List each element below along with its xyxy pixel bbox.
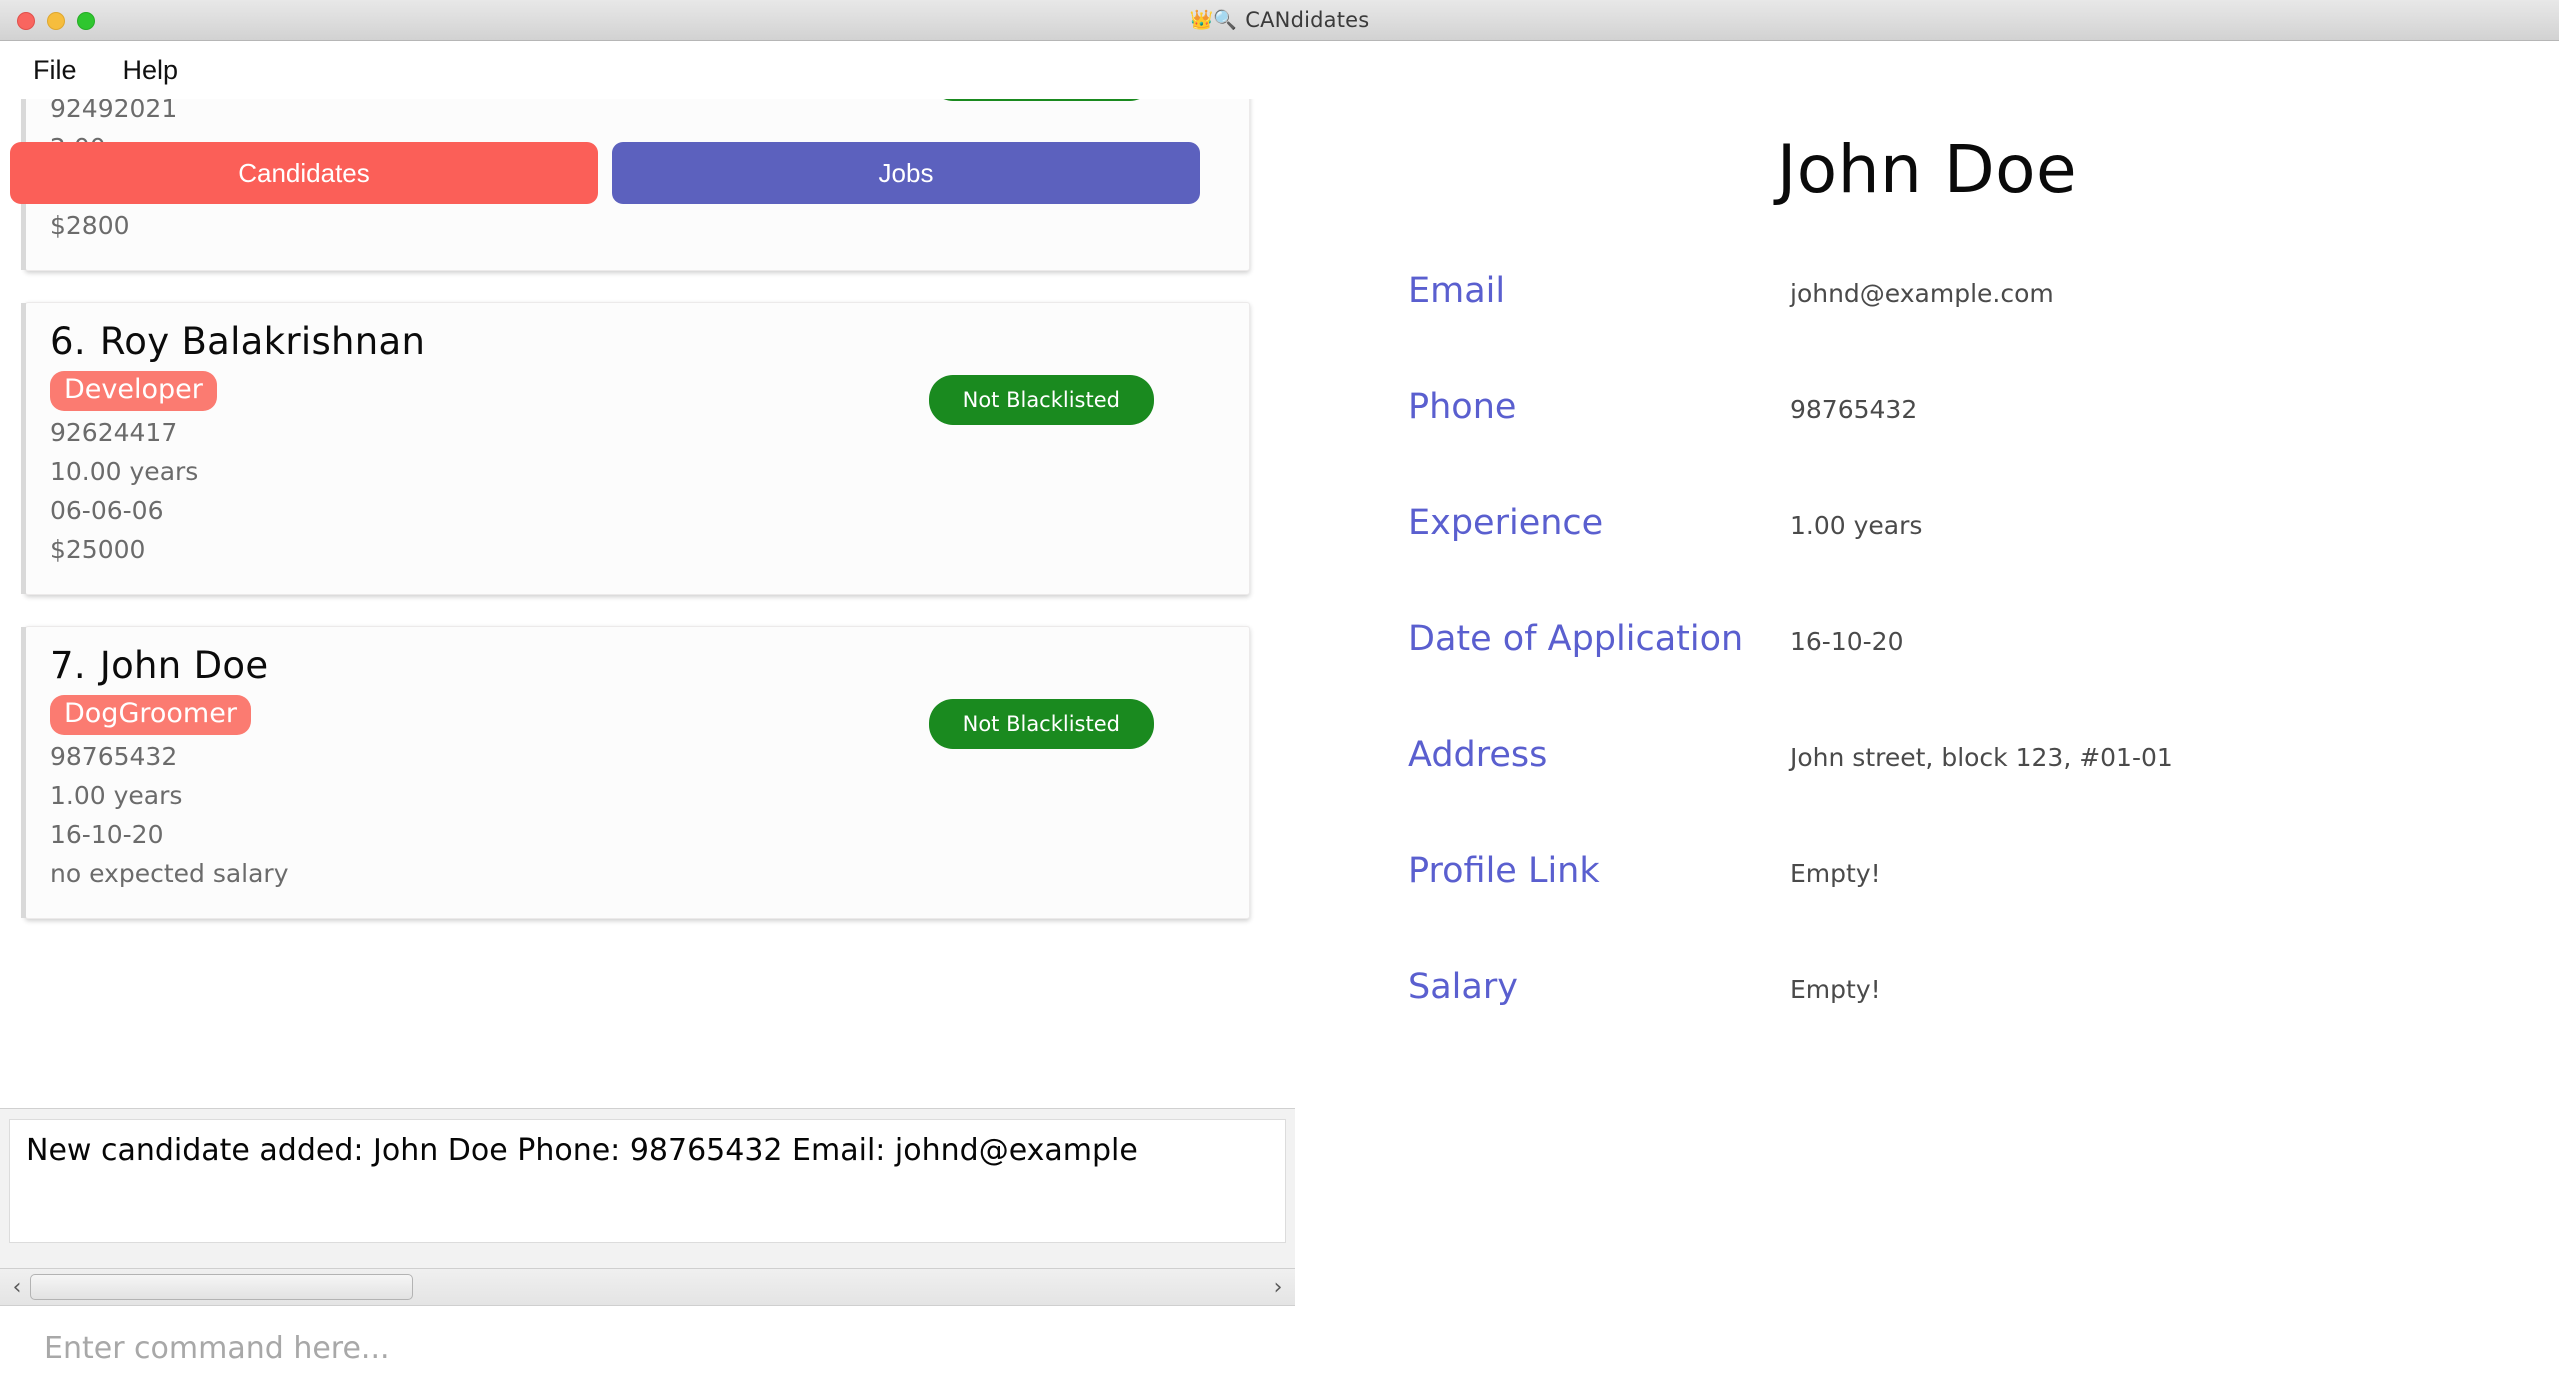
- candidate-detail-pane: John Doe Email johnd@example.com Phone 9…: [1295, 41, 2559, 1390]
- blacklist-status-button[interactable]: Not Blacklisted: [928, 375, 1154, 426]
- candidate-card-title: 6. Roy Balakrishnan: [50, 320, 1225, 363]
- minimize-window-button[interactable]: [47, 11, 65, 30]
- candidate-index: 6.: [50, 320, 86, 364]
- detail-row-experience: Experience 1.00 years: [1295, 503, 2559, 619]
- candidate-phone: 92492021: [50, 99, 178, 124]
- detail-candidate-name: John Doe: [1776, 131, 2078, 208]
- detail-row-phone: Phone 98765432: [1295, 387, 2559, 503]
- detail-value: Empty!: [1790, 859, 1881, 888]
- detail-label: Profile Link: [1408, 851, 1600, 891]
- candidate-salary: $25000: [50, 535, 146, 565]
- detail-label: Experience: [1408, 503, 1604, 543]
- command-box-area: [0, 1306, 1295, 1390]
- scroll-left-arrow-icon[interactable]: ‹: [4, 1275, 30, 1300]
- candidate-index: 7.: [50, 644, 86, 688]
- candidate-name: Roy Balakrishnan: [99, 320, 426, 364]
- menu-item-file[interactable]: File: [33, 55, 77, 86]
- result-display-text: New candidate added: John Doe Phone: 987…: [26, 1133, 1138, 1168]
- candidate-list: 5. 92492021 2.00 years 05-05-05 $2800 No…: [8, 99, 1250, 920]
- candidate-experience: 1.00 years: [50, 781, 183, 811]
- tab-bar: Candidates Jobs: [10, 142, 1285, 204]
- window-title: 👑🔍 CANdidates: [1190, 8, 1370, 32]
- window-controls: [17, 0, 95, 41]
- candidate-experience: 10.00 years: [50, 457, 199, 487]
- window-title-text: CANdidates: [1245, 8, 1370, 32]
- menu-item-help[interactable]: Help: [123, 55, 179, 86]
- blacklist-status-button[interactable]: Not Blacklisted: [928, 99, 1154, 101]
- tab-jobs[interactable]: Jobs: [612, 142, 1200, 204]
- detail-label: Address: [1408, 735, 1548, 775]
- candidate-list-scroll[interactable]: 5. 92492021 2.00 years 05-05-05 $2800 No…: [0, 99, 1295, 1108]
- candidate-date: 16-10-20: [50, 820, 164, 850]
- candidate-salary: no expected salary: [50, 859, 289, 889]
- detail-value: John street, block 123, #01-01: [1790, 743, 2173, 772]
- command-input[interactable]: [44, 1330, 1244, 1366]
- candidate-date: 06-06-06: [50, 496, 164, 526]
- detail-label: Salary: [1408, 967, 1518, 1007]
- candidate-salary: $2800: [50, 211, 130, 241]
- detail-value: 16-10-20: [1790, 627, 1904, 656]
- app-logo-icon: 👑🔍: [1189, 8, 1238, 31]
- scroll-right-arrow-icon[interactable]: ›: [1265, 1275, 1291, 1300]
- horizontal-scrollbar[interactable]: ‹ ›: [0, 1268, 1295, 1306]
- detail-value: 98765432: [1790, 395, 1918, 424]
- detail-row-salary: Salary Empty!: [1295, 967, 2559, 1083]
- application-window: 👑🔍 CANdidates 5. 92492021: [0, 0, 2559, 1390]
- result-display-area: New candidate added: John Doe Phone: 987…: [0, 1108, 1295, 1268]
- detail-row-profile-link: Profile Link Empty!: [1295, 851, 2559, 967]
- candidate-name: John Doe: [99, 644, 269, 688]
- detail-row-email: Email johnd@example.com: [1295, 271, 2559, 387]
- detail-label: Date of Application: [1408, 619, 1744, 659]
- title-bar: 👑🔍 CANdidates: [0, 0, 2559, 41]
- tab-candidates[interactable]: Candidates: [10, 142, 598, 204]
- detail-value: 1.00 years: [1790, 511, 1923, 540]
- candidate-tag[interactable]: DogGroomer: [50, 695, 251, 736]
- detail-value: Empty!: [1790, 975, 1881, 1004]
- scrollbar-thumb[interactable]: [30, 1274, 413, 1300]
- blacklist-status-button[interactable]: Not Blacklisted: [928, 699, 1154, 750]
- detail-value: johnd@example.com: [1790, 279, 2054, 308]
- menu-bar: File Help: [0, 41, 1295, 99]
- left-pane: 5. 92492021 2.00 years 05-05-05 $2800 No…: [0, 41, 1295, 1390]
- detail-label: Phone: [1408, 387, 1517, 427]
- close-window-button[interactable]: [17, 11, 35, 30]
- candidate-card[interactable]: 7. John Doe DogGroomer 98765432 1.00 year…: [21, 626, 1250, 920]
- maximize-window-button[interactable]: [77, 11, 95, 30]
- result-display-box[interactable]: New candidate added: John Doe Phone: 987…: [9, 1119, 1286, 1243]
- detail-row-address: Address John street, block 123, #01-01: [1295, 735, 2559, 851]
- candidate-card[interactable]: 6. Roy Balakrishnan Developer 92624417 10…: [21, 302, 1250, 596]
- scrollbar-track[interactable]: [30, 1274, 1265, 1300]
- detail-row-date-of-application: Date of Application 16-10-20: [1295, 619, 2559, 735]
- detail-label: Email: [1408, 271, 1506, 311]
- candidate-card-title: 7. John Doe: [50, 644, 1225, 687]
- candidate-tag[interactable]: Developer: [50, 371, 217, 412]
